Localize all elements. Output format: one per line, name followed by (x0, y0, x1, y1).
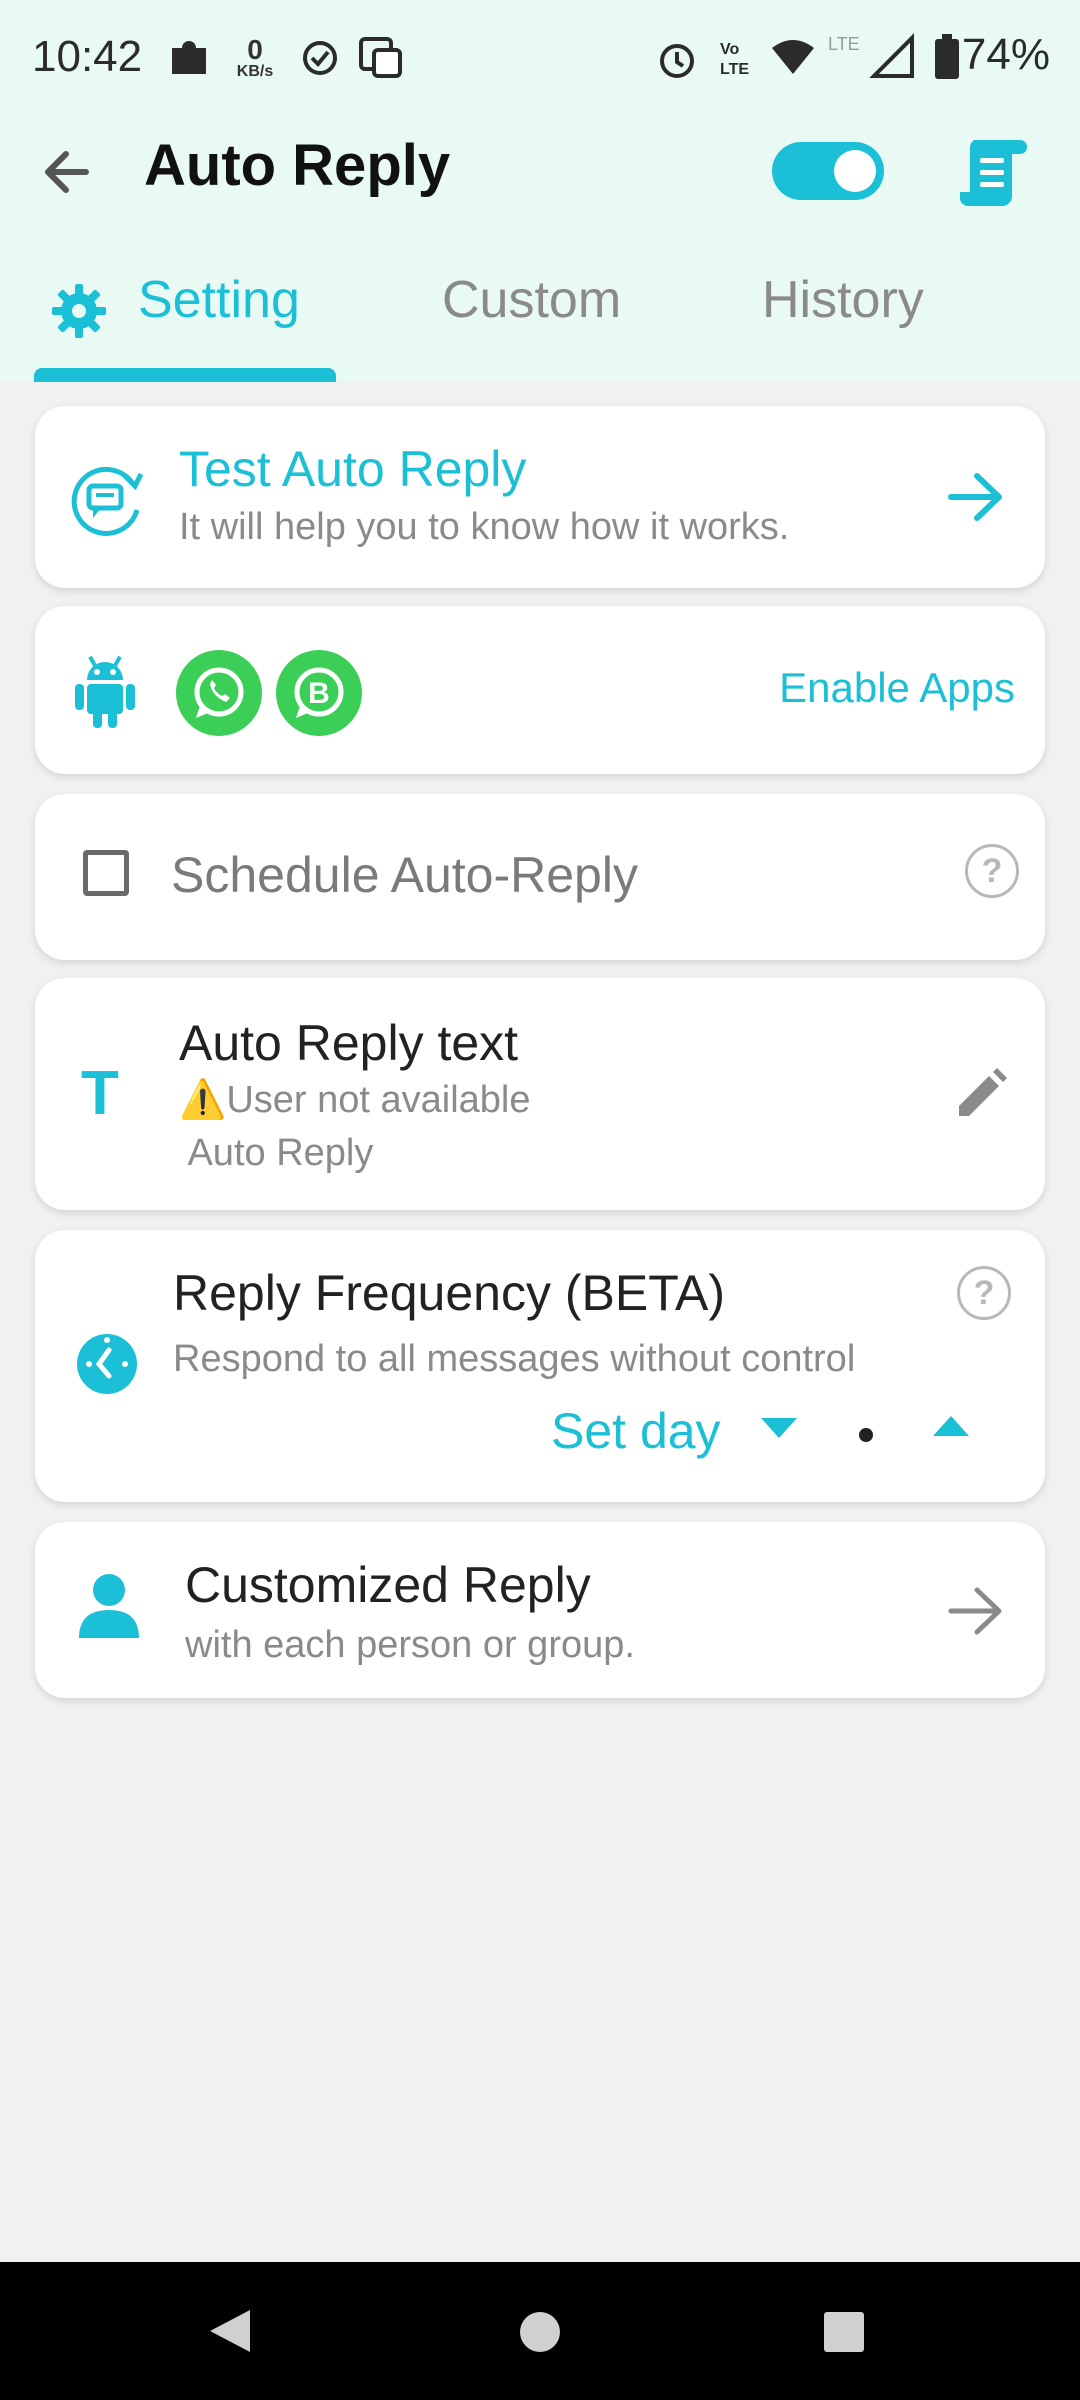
enable-apps-card: B Enable Apps (35, 606, 1045, 774)
translate-icon (359, 37, 402, 78)
auto-reply-text-card[interactable]: T Auto Reply text ⚠️User not available A… (35, 978, 1045, 1210)
test-auto-reply-subtitle: It will help you to know how it works. (179, 506, 790, 548)
tab-custom[interactable]: Custom (442, 270, 621, 330)
customized-reply-card[interactable]: Customized Reply with each person or gro… (35, 1522, 1045, 1698)
arrow-right-icon (948, 1587, 1002, 1635)
wifi-icon (772, 40, 814, 74)
auto-reply-toggle[interactable] (772, 142, 884, 200)
test-auto-reply-card[interactable]: Test Auto Reply It will help you to know… (35, 406, 1045, 588)
reply-frequency-title: Reply Frequency (BETA) (173, 1265, 726, 1321)
scroll-document-icon[interactable] (958, 134, 1030, 210)
system-navigation-bar (0, 2262, 1080, 2400)
battery-icon (935, 34, 959, 79)
value-dot (859, 1428, 873, 1442)
puzzle-icon (172, 41, 206, 74)
schedule-label: Schedule Auto-Reply (171, 847, 638, 903)
schedule-checkbox[interactable] (83, 850, 129, 896)
triangle-down-icon[interactable] (759, 1416, 799, 1440)
nav-recents-icon[interactable] (822, 2310, 866, 2354)
frequency-help-icon[interactable]: ? (957, 1266, 1011, 1320)
set-day-label[interactable]: Set day (551, 1402, 721, 1460)
reply-frequency-card[interactable]: Reply Frequency (BETA) Respond to all me… (35, 1230, 1045, 1502)
arrow-right-icon (948, 473, 1002, 521)
svg-text:Vo: Vo (720, 41, 739, 58)
triangle-up-icon[interactable] (931, 1414, 971, 1438)
svg-text:LTE: LTE (828, 34, 860, 54)
status-time: 10:42 (32, 32, 143, 81)
clock-icon (77, 1334, 137, 1394)
signal-icon: LTE (828, 33, 914, 78)
whatsapp-business-icon[interactable]: B (276, 650, 362, 736)
status-bar: 10:42 0 KB/s Vo LTE LTE 74% (0, 0, 1080, 118)
speed-value: 0 (247, 34, 263, 65)
customized-reply-subtitle: with each person or group. (185, 1624, 635, 1666)
nav-back-icon[interactable] (206, 2306, 256, 2356)
edit-pencil-icon[interactable] (953, 1066, 1009, 1122)
battery-percent: 74% (961, 30, 1050, 79)
enable-apps-link[interactable]: Enable Apps (779, 664, 1015, 712)
tab-setting[interactable]: Setting (138, 270, 300, 330)
customized-reply-title: Customized Reply (185, 1557, 591, 1613)
svg-text:B: B (308, 677, 330, 710)
auto-reply-text-title: Auto Reply text (179, 1015, 519, 1071)
volte-icon: Vo LTE (720, 41, 749, 78)
gear-icon (52, 284, 106, 338)
android-icon[interactable] (73, 654, 137, 730)
network-speed: 0 KB/s (230, 36, 280, 80)
auto-reply-text-line2: Auto Reply (179, 1132, 374, 1174)
check-circle-icon (303, 41, 337, 75)
tab-history[interactable]: History (762, 270, 924, 330)
test-auto-reply-title: Test Auto Reply (179, 441, 527, 497)
nav-home-icon[interactable] (518, 2310, 562, 2354)
schedule-help-icon[interactable]: ? (965, 844, 1019, 898)
toggle-knob (834, 150, 876, 192)
svg-text:LTE: LTE (720, 61, 749, 78)
back-arrow-icon[interactable] (36, 140, 100, 204)
whatsapp-icon[interactable] (176, 650, 262, 736)
schedule-card: Schedule Auto-Reply ? (35, 794, 1045, 960)
reply-frequency-subtitle: Respond to all messages without control (173, 1338, 856, 1380)
auto-reply-text-line1: ⚠️User not available (179, 1079, 531, 1121)
active-tab-indicator (34, 368, 336, 382)
speed-unit: KB/s (236, 63, 274, 80)
page-title: Auto Reply (144, 133, 451, 198)
test-reply-icon (71, 466, 144, 536)
person-icon (79, 1574, 139, 1638)
text-t-icon: T (81, 1059, 119, 1128)
alarm-icon (660, 44, 694, 78)
